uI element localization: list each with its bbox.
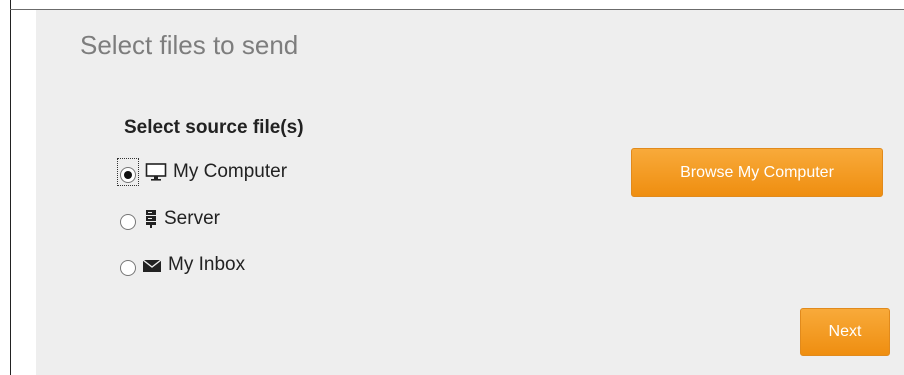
radio-focus-outline [117, 158, 139, 186]
window-left-border [10, 0, 11, 375]
radio-my-inbox[interactable] [120, 260, 136, 276]
browse-my-computer-button[interactable]: Browse My Computer [631, 148, 883, 197]
monitor-icon [145, 162, 167, 182]
source-section-label: Select source file(s) [124, 117, 304, 138]
server-icon [144, 209, 158, 229]
send-files-panel: Select files to send Select source file(… [36, 10, 904, 375]
radio-server[interactable] [120, 214, 136, 230]
screenshot-frame: Select files to send Select source file(… [0, 0, 904, 375]
envelope-icon [142, 257, 162, 273]
next-button[interactable]: Next [800, 308, 890, 356]
option-label-my-computer: My Computer [173, 161, 288, 182]
panel-title: Select files to send [80, 30, 299, 60]
option-server[interactable]: Server [120, 204, 220, 234]
radio-my-computer[interactable] [120, 167, 136, 183]
option-label-my-inbox: My Inbox [168, 254, 246, 275]
option-label-server: Server [164, 208, 220, 229]
option-my-inbox[interactable]: My Inbox [120, 250, 245, 280]
option-my-computer[interactable]: My Computer [117, 157, 288, 187]
